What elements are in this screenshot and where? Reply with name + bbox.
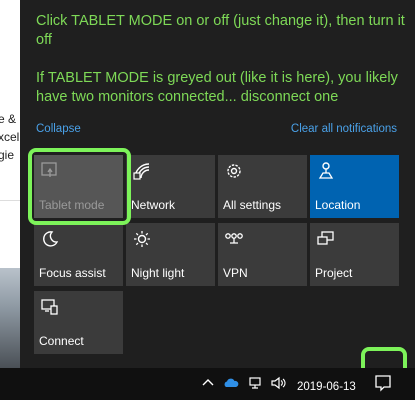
tile-focus-assist[interactable]: Focus assist — [34, 223, 123, 286]
tile-tablet-mode[interactable]: Tablet mode — [34, 155, 123, 218]
location-icon — [318, 162, 334, 179]
tile-location[interactable]: Location — [310, 155, 399, 218]
background-window: e & xcel gie — [0, 0, 20, 368]
taskbar-date[interactable]: 2019-06-13 — [297, 381, 356, 393]
tablet-mode-icon — [41, 162, 57, 177]
background-text: e & — [0, 112, 17, 126]
clear-all-notifications-link[interactable]: Clear all notifications — [291, 123, 397, 135]
network-tray-icon[interactable] — [247, 375, 263, 391]
tile-label: Connect — [39, 334, 84, 348]
tile-label: VPN — [223, 266, 248, 280]
instruction-line-2: If TABLET MODE is greyed out (like it is… — [36, 70, 398, 105]
moon-icon — [43, 231, 59, 247]
tile-label: All settings — [223, 198, 282, 212]
vpn-icon — [225, 233, 243, 244]
tile-project[interactable]: Project — [310, 223, 399, 286]
tile-label: Project — [315, 266, 353, 280]
connect-icon — [41, 299, 58, 315]
volume-icon[interactable] — [270, 375, 286, 391]
tile-all-settings[interactable]: All settings — [218, 155, 307, 218]
onedrive-cloud-icon[interactable] — [223, 375, 239, 391]
divider — [0, 200, 20, 201]
tile-vpn[interactable]: VPN — [218, 223, 307, 286]
project-icon — [317, 231, 334, 245]
background-text: gie — [0, 148, 15, 162]
tile-label: Location — [315, 198, 361, 212]
network-icon — [133, 163, 150, 180]
chevron-up-icon[interactable] — [200, 375, 216, 391]
background-text: xcel — [0, 130, 20, 144]
tile-night-light[interactable]: Night light — [126, 223, 215, 286]
tile-network[interactable]: Network — [126, 155, 215, 218]
background-image — [0, 268, 20, 368]
action-center-notification-icon[interactable] — [372, 372, 394, 394]
collapse-link[interactable]: Collapse — [36, 123, 81, 135]
taskbar: 2019-06-13 — [0, 368, 415, 400]
brightness-icon — [134, 231, 150, 247]
tile-label: Tablet mode — [39, 198, 105, 212]
tile-label: Network — [131, 198, 176, 212]
gear-icon — [227, 164, 241, 178]
instruction-line-1: Click TABLET MODE on or off (just change… — [36, 13, 405, 48]
tile-connect[interactable]: Connect — [34, 291, 123, 354]
tile-label: Night light — [131, 266, 185, 280]
instruction-annotation: Click TABLET MODE on or off (just change… — [36, 12, 406, 126]
tile-label: Focus assist — [39, 266, 106, 280]
